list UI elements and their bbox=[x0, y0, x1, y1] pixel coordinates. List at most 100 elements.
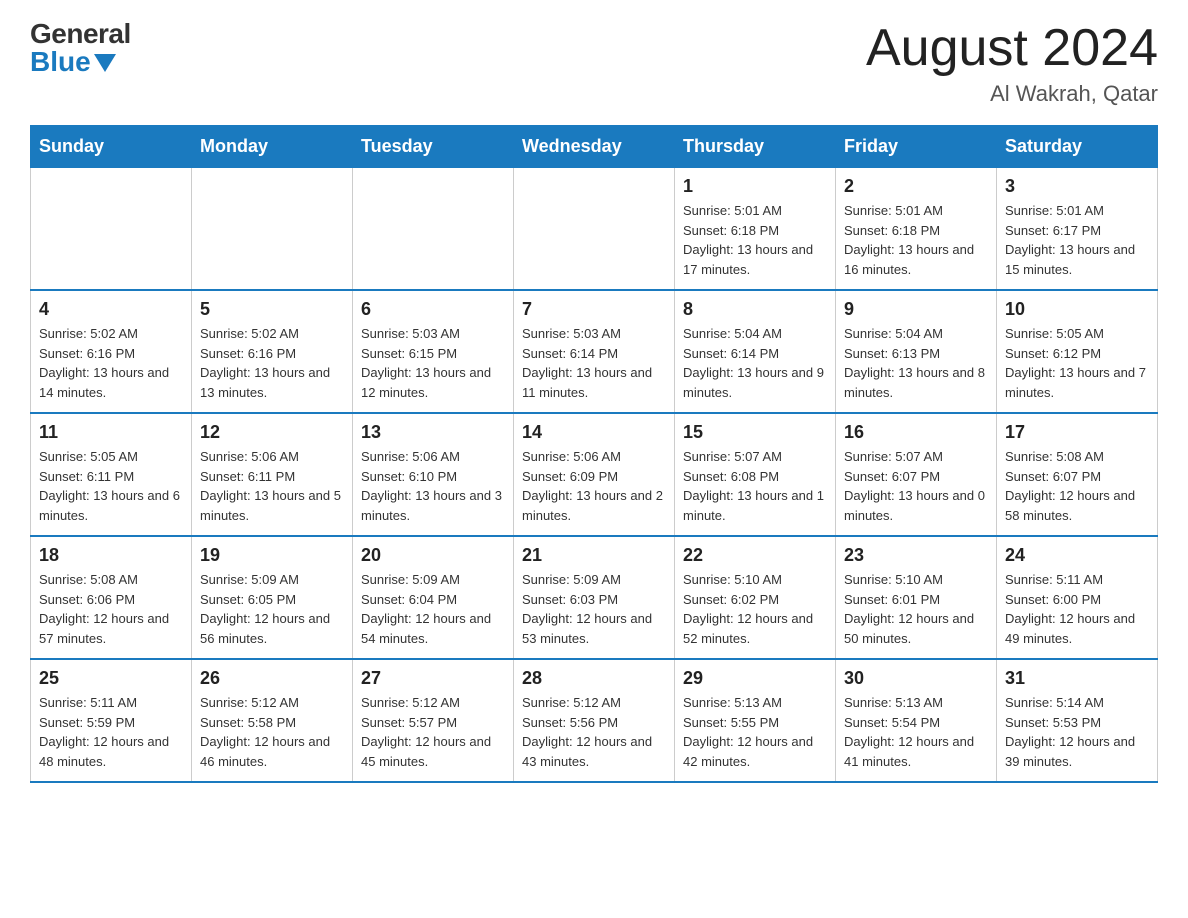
day-number: 14 bbox=[522, 422, 666, 443]
calendar-cell bbox=[31, 168, 192, 291]
day-info: Sunrise: 5:05 AMSunset: 6:11 PMDaylight:… bbox=[39, 447, 183, 525]
day-info: Sunrise: 5:02 AMSunset: 6:16 PMDaylight:… bbox=[39, 324, 183, 402]
calendar-cell: 28 Sunrise: 5:12 AMSunset: 5:56 PMDayligh… bbox=[514, 659, 675, 782]
calendar-week-row: 18Sunrise: 5:08 AMSunset: 6:06 PMDayligh… bbox=[31, 536, 1158, 659]
calendar-cell: 10 Sunrise: 5:05 AMSunset: 6:12 PMDayligh… bbox=[997, 290, 1158, 413]
day-number: 31 bbox=[1005, 668, 1149, 689]
page-header: General Blue August 2024 Al Wakrah, Qata… bbox=[30, 20, 1158, 107]
calendar-cell: 26Sunrise: 5:12 AMSunset: 5:58 PMDayligh… bbox=[192, 659, 353, 782]
day-info: Sunrise: 5:10 AMSunset: 6:01 PMDaylight:… bbox=[844, 570, 988, 648]
day-number: 11 bbox=[39, 422, 183, 443]
day-info: Sunrise: 5:04 AMSunset: 6:13 PMDaylight:… bbox=[844, 324, 988, 402]
day-info: Sunrise: 5:09 AMSunset: 6:05 PMDaylight:… bbox=[200, 570, 344, 648]
day-number: 29 bbox=[683, 668, 827, 689]
day-info: Sunrise: 5:10 AMSunset: 6:02 PMDaylight:… bbox=[683, 570, 827, 648]
day-info: Sunrise: 5:07 AMSunset: 6:08 PMDaylight:… bbox=[683, 447, 827, 525]
day-number: 25 bbox=[39, 668, 183, 689]
day-number: 7 bbox=[522, 299, 666, 320]
calendar-cell: 15 Sunrise: 5:07 AMSunset: 6:08 PMDayligh… bbox=[675, 413, 836, 536]
day-number: 5 bbox=[200, 299, 344, 320]
calendar-cell bbox=[192, 168, 353, 291]
weekday-header-friday: Friday bbox=[836, 126, 997, 168]
day-info: Sunrise: 5:06 AMSunset: 6:11 PMDaylight:… bbox=[200, 447, 344, 525]
calendar-cell: 13Sunrise: 5:06 AMSunset: 6:10 PMDayligh… bbox=[353, 413, 514, 536]
day-number: 22 bbox=[683, 545, 827, 566]
day-info: Sunrise: 5:01 AMSunset: 6:18 PMDaylight:… bbox=[844, 201, 988, 279]
day-info: Sunrise: 5:01 AMSunset: 6:18 PMDaylight:… bbox=[683, 201, 827, 279]
day-number: 1 bbox=[683, 176, 827, 197]
day-info: Sunrise: 5:03 AMSunset: 6:15 PMDaylight:… bbox=[361, 324, 505, 402]
calendar-header-row: SundayMondayTuesdayWednesdayThursdayFrid… bbox=[31, 126, 1158, 168]
calendar-cell: 22 Sunrise: 5:10 AMSunset: 6:02 PMDayligh… bbox=[675, 536, 836, 659]
day-info: Sunrise: 5:12 AMSunset: 5:57 PMDaylight:… bbox=[361, 693, 505, 771]
day-info: Sunrise: 5:08 AMSunset: 6:07 PMDaylight:… bbox=[1005, 447, 1149, 525]
calendar-cell: 6 Sunrise: 5:03 AMSunset: 6:15 PMDaylight… bbox=[353, 290, 514, 413]
day-number: 21 bbox=[522, 545, 666, 566]
calendar-week-row: 25 Sunrise: 5:11 AMSunset: 5:59 PMDayligh… bbox=[31, 659, 1158, 782]
calendar-week-row: 1 Sunrise: 5:01 AMSunset: 6:18 PMDaylight… bbox=[31, 168, 1158, 291]
day-number: 4 bbox=[39, 299, 183, 320]
weekday-header-saturday: Saturday bbox=[997, 126, 1158, 168]
calendar-cell: 4 Sunrise: 5:02 AMSunset: 6:16 PMDaylight… bbox=[31, 290, 192, 413]
day-number: 26 bbox=[200, 668, 344, 689]
calendar-cell: 29 Sunrise: 5:13 AMSunset: 5:55 PMDayligh… bbox=[675, 659, 836, 782]
calendar-cell: 30Sunrise: 5:13 AMSunset: 5:54 PMDayligh… bbox=[836, 659, 997, 782]
day-number: 27 bbox=[361, 668, 505, 689]
day-number: 6 bbox=[361, 299, 505, 320]
calendar-cell: 8Sunrise: 5:04 AMSunset: 6:14 PMDaylight… bbox=[675, 290, 836, 413]
weekday-header-thursday: Thursday bbox=[675, 126, 836, 168]
location-title: Al Wakrah, Qatar bbox=[866, 81, 1158, 107]
weekday-header-sunday: Sunday bbox=[31, 126, 192, 168]
day-info: Sunrise: 5:11 AMSunset: 6:00 PMDaylight:… bbox=[1005, 570, 1149, 648]
calendar-cell bbox=[353, 168, 514, 291]
calendar-cell: 21 Sunrise: 5:09 AMSunset: 6:03 PMDayligh… bbox=[514, 536, 675, 659]
calendar-cell: 14 Sunrise: 5:06 AMSunset: 6:09 PMDayligh… bbox=[514, 413, 675, 536]
day-number: 19 bbox=[200, 545, 344, 566]
day-number: 3 bbox=[1005, 176, 1149, 197]
day-info: Sunrise: 5:12 AMSunset: 5:56 PMDaylight:… bbox=[522, 693, 666, 771]
day-info: Sunrise: 5:07 AMSunset: 6:07 PMDaylight:… bbox=[844, 447, 988, 525]
calendar-cell: 9 Sunrise: 5:04 AMSunset: 6:13 PMDaylight… bbox=[836, 290, 997, 413]
calendar-cell: 23 Sunrise: 5:10 AMSunset: 6:01 PMDayligh… bbox=[836, 536, 997, 659]
day-info: Sunrise: 5:02 AMSunset: 6:16 PMDaylight:… bbox=[200, 324, 344, 402]
day-number: 15 bbox=[683, 422, 827, 443]
logo-general-text: General bbox=[30, 20, 131, 48]
calendar-cell: 27 Sunrise: 5:12 AMSunset: 5:57 PMDayligh… bbox=[353, 659, 514, 782]
calendar-cell: 31 Sunrise: 5:14 AMSunset: 5:53 PMDayligh… bbox=[997, 659, 1158, 782]
day-number: 10 bbox=[1005, 299, 1149, 320]
day-info: Sunrise: 5:14 AMSunset: 5:53 PMDaylight:… bbox=[1005, 693, 1149, 771]
title-block: August 2024 Al Wakrah, Qatar bbox=[866, 20, 1158, 107]
day-number: 28 bbox=[522, 668, 666, 689]
day-info: Sunrise: 5:01 AMSunset: 6:17 PMDaylight:… bbox=[1005, 201, 1149, 279]
day-number: 23 bbox=[844, 545, 988, 566]
day-number: 18 bbox=[39, 545, 183, 566]
day-number: 13 bbox=[361, 422, 505, 443]
calendar-cell: 20 Sunrise: 5:09 AMSunset: 6:04 PMDayligh… bbox=[353, 536, 514, 659]
day-info: Sunrise: 5:09 AMSunset: 6:03 PMDaylight:… bbox=[522, 570, 666, 648]
day-info: Sunrise: 5:05 AMSunset: 6:12 PMDaylight:… bbox=[1005, 324, 1149, 402]
day-info: Sunrise: 5:11 AMSunset: 5:59 PMDaylight:… bbox=[39, 693, 183, 771]
day-number: 2 bbox=[844, 176, 988, 197]
day-info: Sunrise: 5:06 AMSunset: 6:09 PMDaylight:… bbox=[522, 447, 666, 525]
weekday-header-tuesday: Tuesday bbox=[353, 126, 514, 168]
day-number: 12 bbox=[200, 422, 344, 443]
calendar-cell: 12 Sunrise: 5:06 AMSunset: 6:11 PMDayligh… bbox=[192, 413, 353, 536]
month-title: August 2024 bbox=[866, 20, 1158, 77]
calendar-cell: 24Sunrise: 5:11 AMSunset: 6:00 PMDayligh… bbox=[997, 536, 1158, 659]
day-number: 17 bbox=[1005, 422, 1149, 443]
day-number: 20 bbox=[361, 545, 505, 566]
calendar-week-row: 11 Sunrise: 5:05 AMSunset: 6:11 PMDayligh… bbox=[31, 413, 1158, 536]
day-info: Sunrise: 5:13 AMSunset: 5:54 PMDaylight:… bbox=[844, 693, 988, 771]
calendar-cell: 2 Sunrise: 5:01 AMSunset: 6:18 PMDaylight… bbox=[836, 168, 997, 291]
calendar-cell: 3 Sunrise: 5:01 AMSunset: 6:17 PMDaylight… bbox=[997, 168, 1158, 291]
logo-triangle-icon bbox=[94, 54, 116, 72]
day-number: 16 bbox=[844, 422, 988, 443]
day-info: Sunrise: 5:13 AMSunset: 5:55 PMDaylight:… bbox=[683, 693, 827, 771]
day-info: Sunrise: 5:09 AMSunset: 6:04 PMDaylight:… bbox=[361, 570, 505, 648]
calendar-cell: 25 Sunrise: 5:11 AMSunset: 5:59 PMDayligh… bbox=[31, 659, 192, 782]
calendar-cell: 1 Sunrise: 5:01 AMSunset: 6:18 PMDaylight… bbox=[675, 168, 836, 291]
calendar-table: SundayMondayTuesdayWednesdayThursdayFrid… bbox=[30, 125, 1158, 783]
calendar-cell: 11 Sunrise: 5:05 AMSunset: 6:11 PMDayligh… bbox=[31, 413, 192, 536]
day-number: 9 bbox=[844, 299, 988, 320]
calendar-cell: 5 Sunrise: 5:02 AMSunset: 6:16 PMDaylight… bbox=[192, 290, 353, 413]
